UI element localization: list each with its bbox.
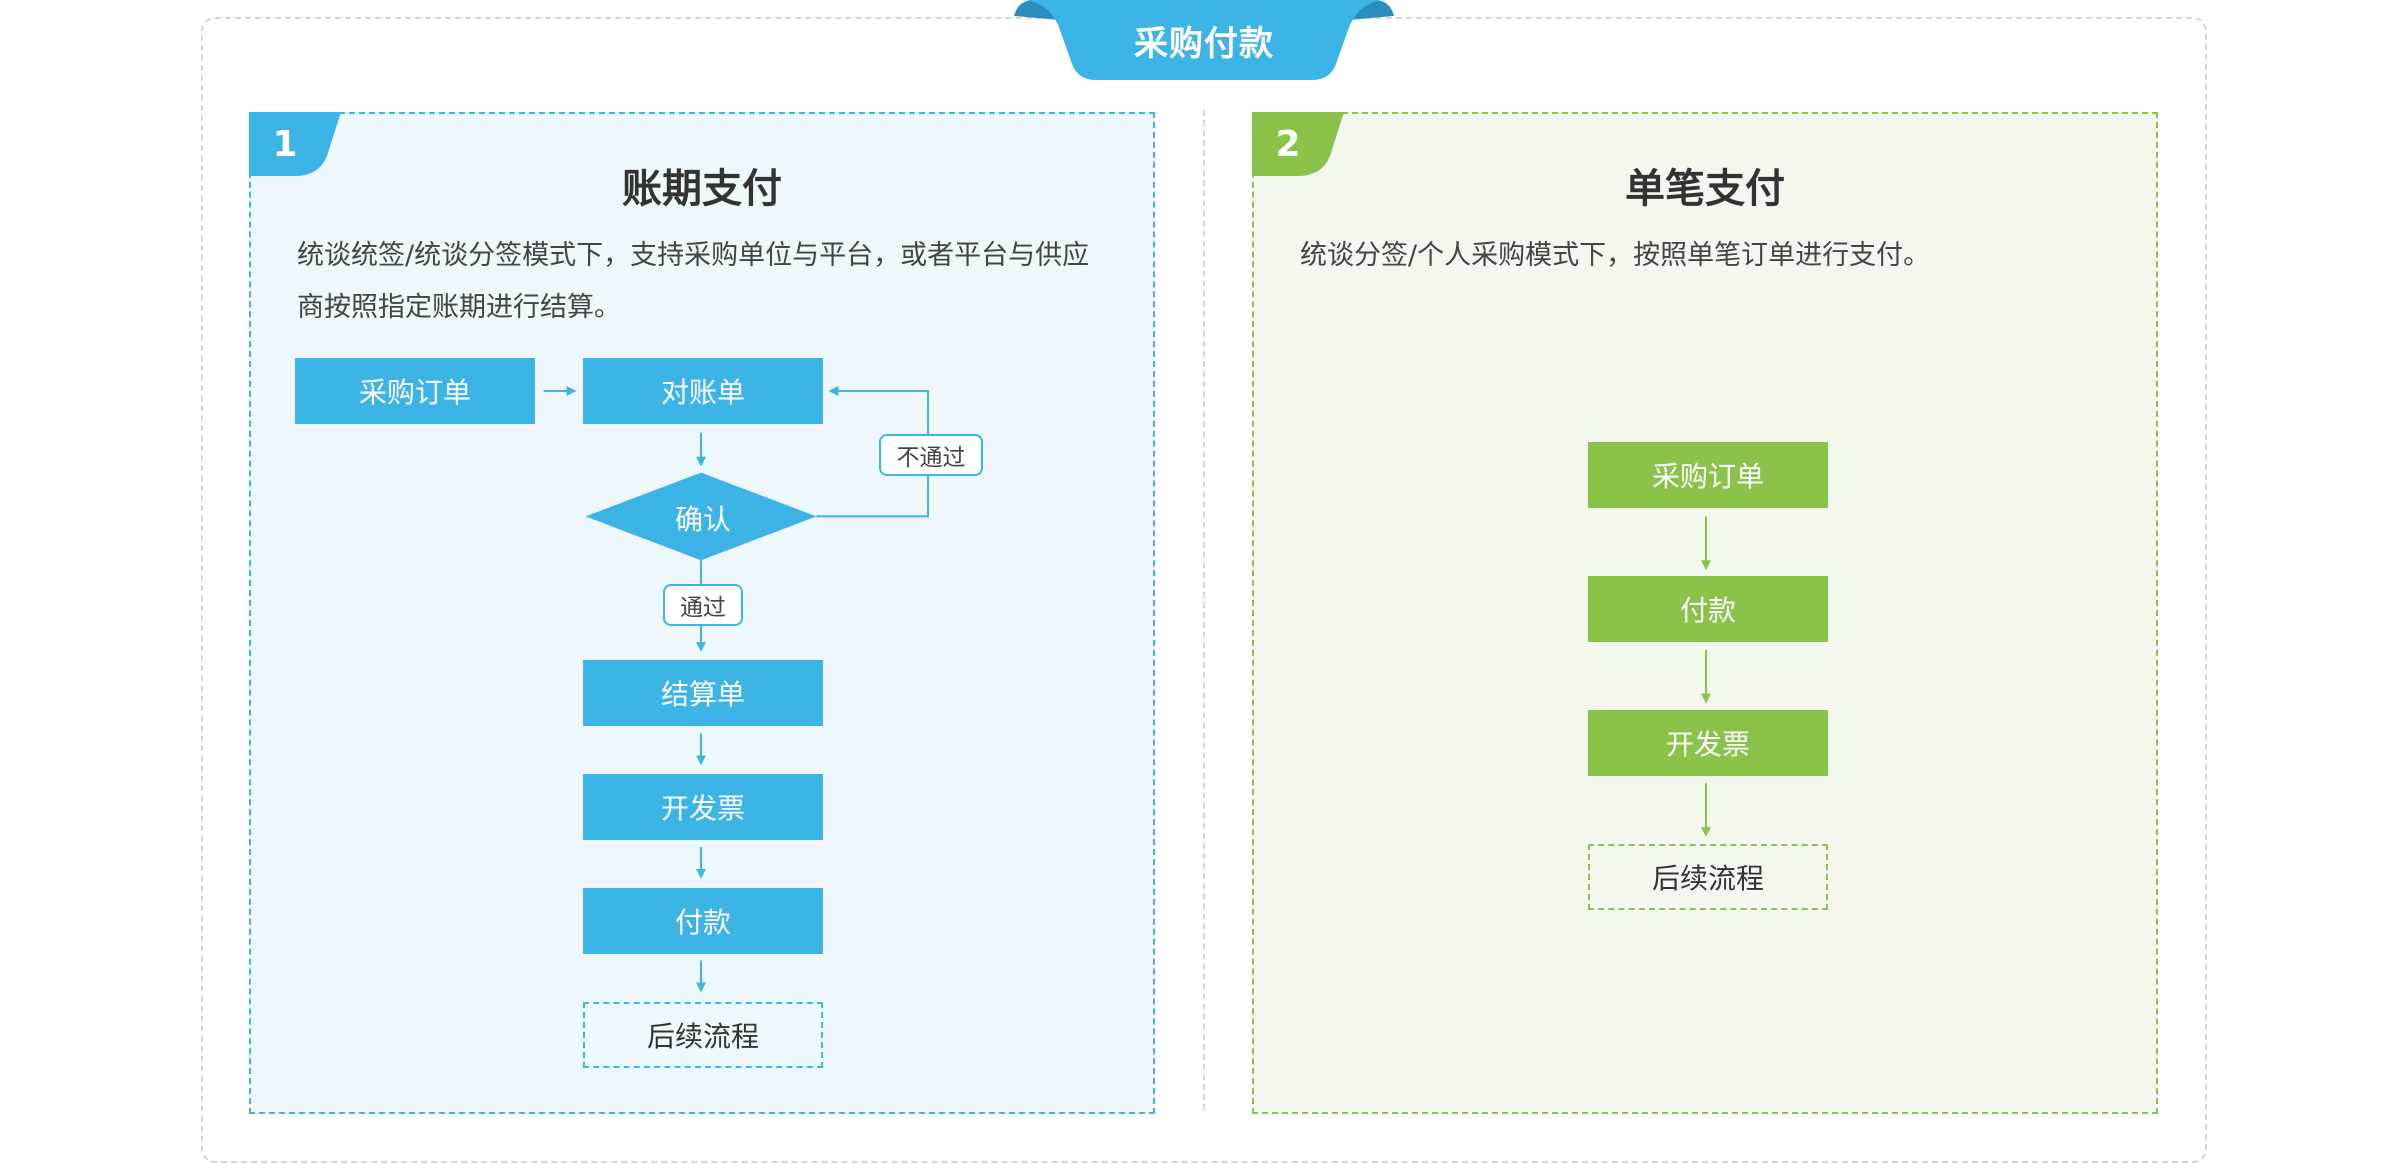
label-approved: 通过 <box>663 584 743 626</box>
panel-single-payment: 2 单笔支付 统谈分签/个人采购模式下，按照单笔订单进行支付。 采购订单 付款 … <box>1252 112 2158 1114</box>
node-invoice: 开发票 <box>1588 710 1828 776</box>
page-title: 采购付款 <box>1134 23 1274 64</box>
node-statement: 对账单 <box>583 358 823 424</box>
node-follow-up: 后续流程 <box>1588 844 1828 910</box>
node-payment: 付款 <box>583 888 823 954</box>
node-settlement: 结算单 <box>583 660 823 726</box>
node-follow-up: 后续流程 <box>583 1002 823 1068</box>
panel-divider <box>1203 110 1205 1110</box>
node-invoice: 开发票 <box>583 774 823 840</box>
node-confirm-label: 确认 <box>674 503 731 536</box>
node-payment: 付款 <box>1588 576 1828 642</box>
node-purchase-order: 采购订单 <box>295 358 535 424</box>
node-purchase-order: 采购订单 <box>1588 442 1828 508</box>
label-rejected: 不通过 <box>879 434 983 476</box>
panel-term-payment: 1 账期支付 统谈统签/统谈分签模式下，支持采购单位与平台，或者平台与供应商按照… <box>249 112 1155 1114</box>
